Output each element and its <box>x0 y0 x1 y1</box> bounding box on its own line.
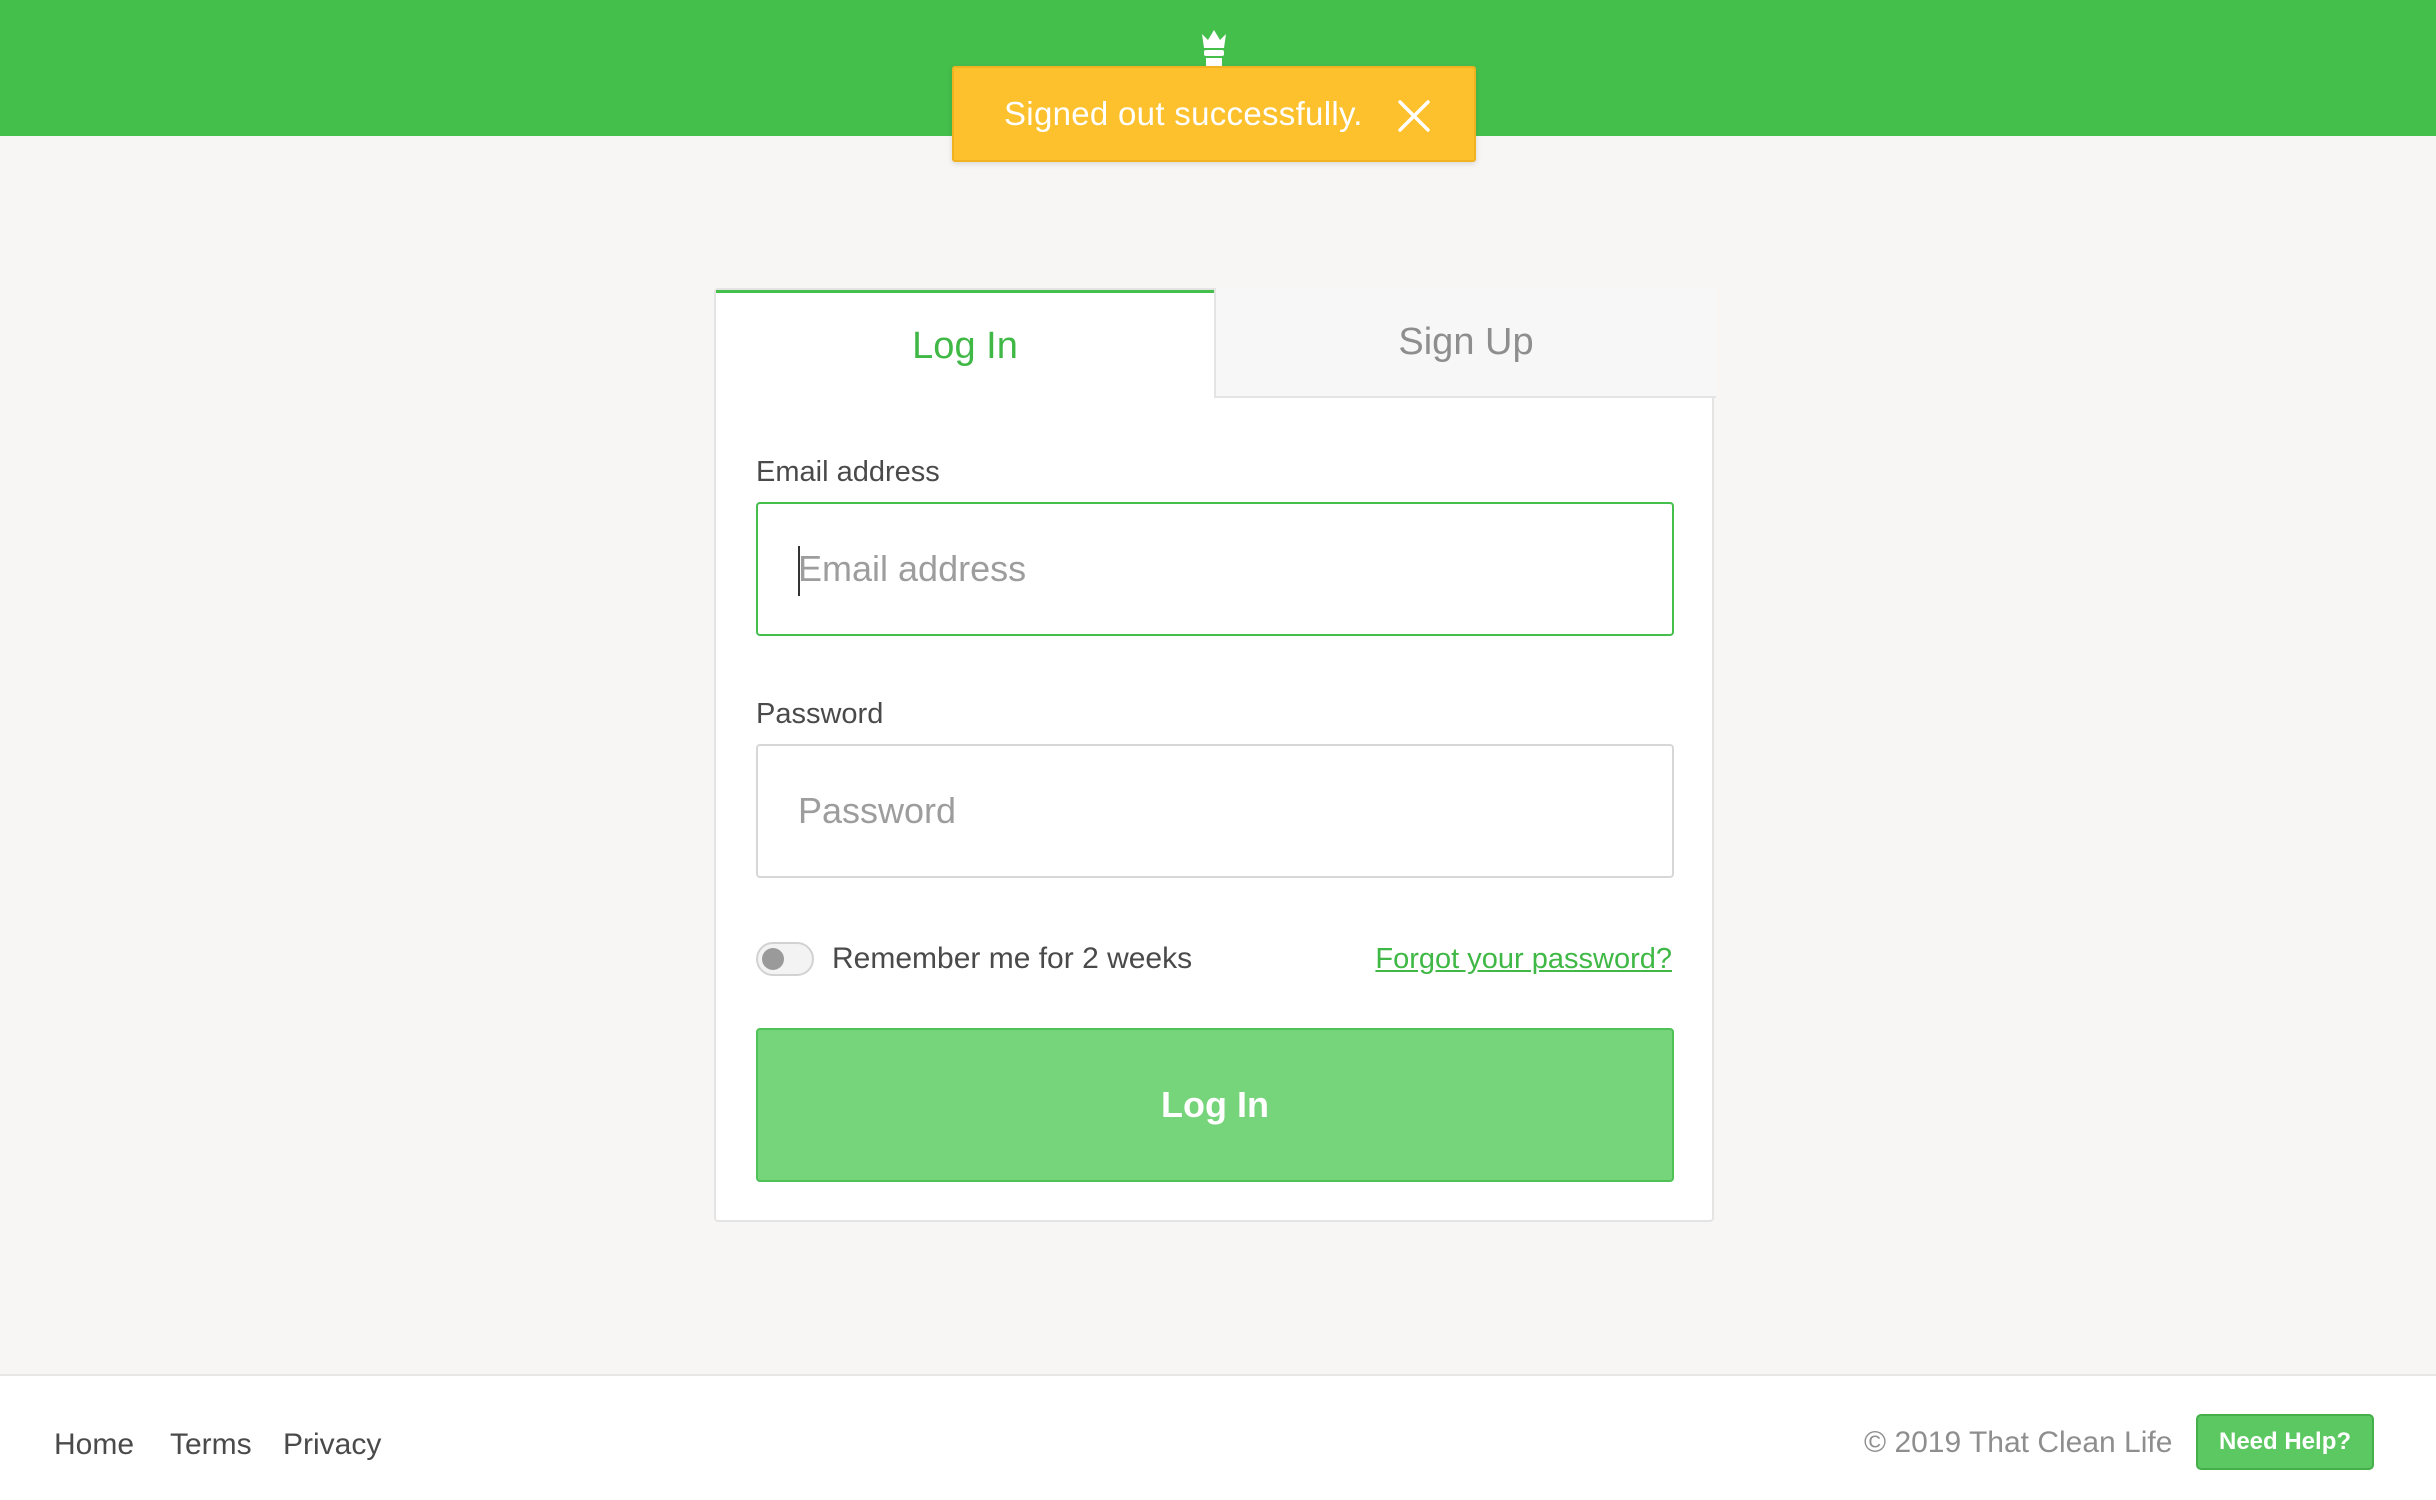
footer-link-privacy[interactable]: Privacy <box>283 1428 381 1462</box>
tab-log-in[interactable]: Log In <box>716 290 1214 400</box>
email-input[interactable] <box>756 502 1674 636</box>
password-label: Password <box>756 698 884 730</box>
close-icon[interactable] <box>1394 96 1434 136</box>
signout-toast: Signed out successfully. <box>952 66 1476 162</box>
email-label: Email address <box>756 456 940 488</box>
tab-sign-up[interactable]: Sign Up <box>1214 288 1716 398</box>
footer: Home Terms Privacy © 2019 That Clean Lif… <box>0 1374 2436 1500</box>
toggle-knob <box>762 948 784 970</box>
text-caret <box>798 546 800 596</box>
chef-hat-icon[interactable] <box>1198 28 1230 68</box>
log-in-button[interactable]: Log In <box>756 1028 1674 1182</box>
footer-link-terms[interactable]: Terms <box>170 1428 252 1462</box>
toast-message: Signed out successfully. <box>1004 95 1363 132</box>
footer-link-home[interactable]: Home <box>54 1428 134 1462</box>
auth-card: Log In Sign Up Email address Password Re… <box>714 288 1716 1222</box>
password-input[interactable] <box>756 744 1674 878</box>
need-help-button[interactable]: Need Help? <box>2196 1414 2374 1470</box>
copyright-text: © 2019 That Clean Life <box>1864 1426 2173 1459</box>
remember-me-toggle[interactable] <box>756 942 814 976</box>
forgot-password-link[interactable]: Forgot your password? <box>1375 942 1672 976</box>
remember-me-label: Remember me for 2 weeks <box>832 942 1193 975</box>
